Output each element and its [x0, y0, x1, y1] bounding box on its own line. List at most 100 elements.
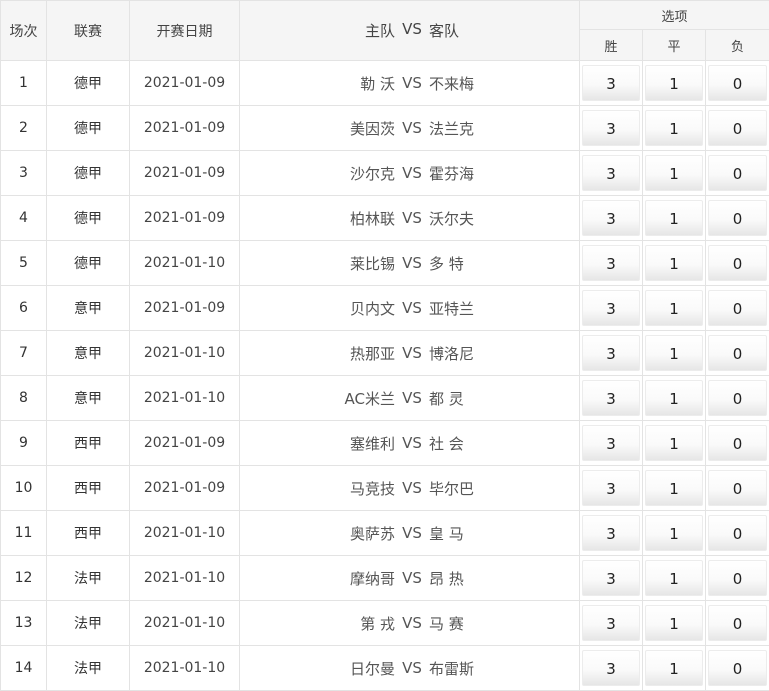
option-win-button[interactable]: 3	[582, 470, 640, 506]
option-lose-cell: 0	[706, 556, 769, 601]
match-teams: 摩纳哥 VS 昂 热	[240, 556, 580, 601]
match-date: 2021-01-10	[130, 241, 240, 286]
option-lose-button[interactable]: 0	[708, 245, 767, 281]
away-team: 多 特	[429, 253, 579, 274]
league-name: 意甲	[47, 331, 130, 376]
home-team: 日尔曼	[350, 658, 395, 679]
option-win-button[interactable]: 3	[582, 650, 640, 686]
option-draw-cell: 1	[643, 331, 706, 376]
option-lose-button[interactable]: 0	[708, 155, 767, 191]
option-win-button[interactable]: 3	[582, 155, 640, 191]
option-win-button[interactable]: 3	[582, 290, 640, 326]
option-draw-button[interactable]: 1	[645, 65, 703, 101]
table-row: 8 意甲 2021-01-10 AC米兰 VS 都 灵 3 1 0	[1, 376, 769, 421]
league-name: 法甲	[47, 601, 130, 646]
option-lose-button[interactable]: 0	[708, 335, 767, 371]
header-vs: VS	[395, 20, 429, 41]
option-lose-button[interactable]: 0	[708, 290, 767, 326]
league-name: 德甲	[47, 106, 130, 151]
option-lose-button[interactable]: 0	[708, 380, 767, 416]
option-lose-button[interactable]: 0	[708, 425, 767, 461]
match-date: 2021-01-09	[130, 286, 240, 331]
option-draw-cell: 1	[643, 466, 706, 511]
option-draw-cell: 1	[643, 376, 706, 421]
option-win-button[interactable]: 3	[582, 245, 640, 281]
option-lose-button[interactable]: 0	[708, 110, 767, 146]
option-win-button[interactable]: 3	[582, 425, 640, 461]
header-options: 选项	[580, 1, 769, 30]
away-team: 布雷斯	[429, 658, 579, 679]
option-lose-cell: 0	[706, 151, 769, 196]
option-win-button[interactable]: 3	[582, 65, 640, 101]
table-row: 2 德甲 2021-01-09 美因茨 VS 法兰克 3 1 0	[1, 106, 769, 151]
option-draw-button[interactable]: 1	[645, 380, 703, 416]
option-draw-cell: 1	[643, 241, 706, 286]
vs-label: VS	[395, 614, 429, 632]
option-win-button[interactable]: 3	[582, 110, 640, 146]
option-draw-button[interactable]: 1	[645, 290, 703, 326]
match-teams: 贝内文 VS 亚特兰	[240, 286, 580, 331]
option-draw-button[interactable]: 1	[645, 470, 703, 506]
option-draw-button[interactable]: 1	[645, 425, 703, 461]
home-team: 柏林联	[350, 208, 395, 229]
option-draw-button[interactable]: 1	[645, 335, 703, 371]
option-lose-cell: 0	[706, 466, 769, 511]
option-lose-button[interactable]: 0	[708, 470, 767, 506]
option-win-button[interactable]: 3	[582, 335, 640, 371]
option-win-cell: 3	[580, 196, 643, 241]
option-lose-button[interactable]: 0	[708, 200, 767, 236]
league-name: 德甲	[47, 61, 130, 106]
option-lose-cell: 0	[706, 376, 769, 421]
option-draw-button[interactable]: 1	[645, 515, 703, 551]
match-date: 2021-01-10	[130, 376, 240, 421]
option-draw-button[interactable]: 1	[645, 650, 703, 686]
option-draw-button[interactable]: 1	[645, 155, 703, 191]
match-table: 场次 联赛 开赛日期 主队 VS 客队 选项 胜 平 负 1 德甲 2021-0…	[0, 0, 769, 691]
option-lose-button[interactable]: 0	[708, 65, 767, 101]
home-team: 热那亚	[350, 343, 395, 364]
vs-label: VS	[395, 659, 429, 677]
match-teams: AC米兰 VS 都 灵	[240, 376, 580, 421]
option-lose-cell: 0	[706, 601, 769, 646]
option-draw-button[interactable]: 1	[645, 110, 703, 146]
option-draw-button[interactable]: 1	[645, 560, 703, 596]
vs-label: VS	[395, 524, 429, 542]
match-teams: 奥萨苏 VS 皇 马	[240, 511, 580, 556]
option-lose-button[interactable]: 0	[708, 560, 767, 596]
option-win-button[interactable]: 3	[582, 560, 640, 596]
vs-label: VS	[395, 209, 429, 227]
away-team: 亚特兰	[429, 298, 579, 319]
vs-label: VS	[395, 434, 429, 452]
option-win-button[interactable]: 3	[582, 200, 640, 236]
table-row: 13 法甲 2021-01-10 第 戎 VS 马 赛 3 1 0	[1, 601, 769, 646]
match-teams: 热那亚 VS 博洛尼	[240, 331, 580, 376]
away-team: 都 灵	[429, 388, 579, 409]
table-row: 10 西甲 2021-01-09 马竞技 VS 毕尔巴 3 1 0	[1, 466, 769, 511]
option-lose-button[interactable]: 0	[708, 650, 767, 686]
away-team: 皇 马	[429, 523, 579, 544]
option-win-button[interactable]: 3	[582, 380, 640, 416]
option-draw-button[interactable]: 1	[645, 245, 703, 281]
table-row: 12 法甲 2021-01-10 摩纳哥 VS 昂 热 3 1 0	[1, 556, 769, 601]
option-draw-button[interactable]: 1	[645, 200, 703, 236]
option-draw-cell: 1	[643, 196, 706, 241]
vs-label: VS	[395, 299, 429, 317]
option-win-button[interactable]: 3	[582, 515, 640, 551]
option-win-cell: 3	[580, 331, 643, 376]
match-teams: 沙尔克 VS 霍芬海	[240, 151, 580, 196]
match-date: 2021-01-09	[130, 151, 240, 196]
match-number: 8	[1, 376, 47, 421]
match-teams: 美因茨 VS 法兰克	[240, 106, 580, 151]
away-team: 社 会	[429, 433, 579, 454]
home-team: 贝内文	[350, 298, 395, 319]
table-row: 7 意甲 2021-01-10 热那亚 VS 博洛尼 3 1 0	[1, 331, 769, 376]
option-win-cell: 3	[580, 421, 643, 466]
option-draw-cell: 1	[643, 556, 706, 601]
header-lose: 负	[706, 30, 769, 61]
option-lose-button[interactable]: 0	[708, 515, 767, 551]
match-teams: 第 戎 VS 马 赛	[240, 601, 580, 646]
vs-label: VS	[395, 569, 429, 587]
option-draw-cell: 1	[643, 511, 706, 556]
option-win-cell: 3	[580, 376, 643, 421]
match-date: 2021-01-10	[130, 331, 240, 376]
